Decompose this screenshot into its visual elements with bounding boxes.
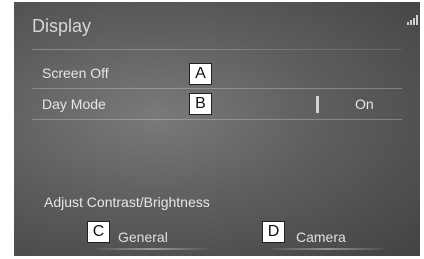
callout-a: A [189, 63, 212, 85]
toggle-indicator [316, 96, 319, 113]
day-mode-label: Day Mode [42, 96, 106, 112]
camera-button-underline [272, 248, 384, 250]
display-screen: Display Screen Off A Day Mode On B Adjus… [14, 2, 420, 256]
day-mode-toggle[interactable]: Day Mode On [32, 90, 402, 120]
contrast-section-label: Adjust Contrast/Brightness [44, 194, 210, 210]
callout-d: D [262, 221, 285, 243]
callout-c: C [87, 221, 110, 243]
day-mode-value: On [355, 96, 374, 112]
callout-b: B [189, 93, 212, 115]
general-button-label: General [118, 229, 168, 245]
page-title: Display [32, 16, 92, 36]
general-button-underline [96, 248, 208, 250]
screen-off-label: Screen Off [42, 65, 109, 81]
camera-button-label: Camera [296, 229, 346, 245]
title-divider [32, 49, 402, 50]
row-divider [32, 88, 402, 89]
signal-icon [407, 15, 418, 25]
row-divider [32, 119, 402, 120]
screen-off-button[interactable]: Screen Off [32, 59, 402, 89]
